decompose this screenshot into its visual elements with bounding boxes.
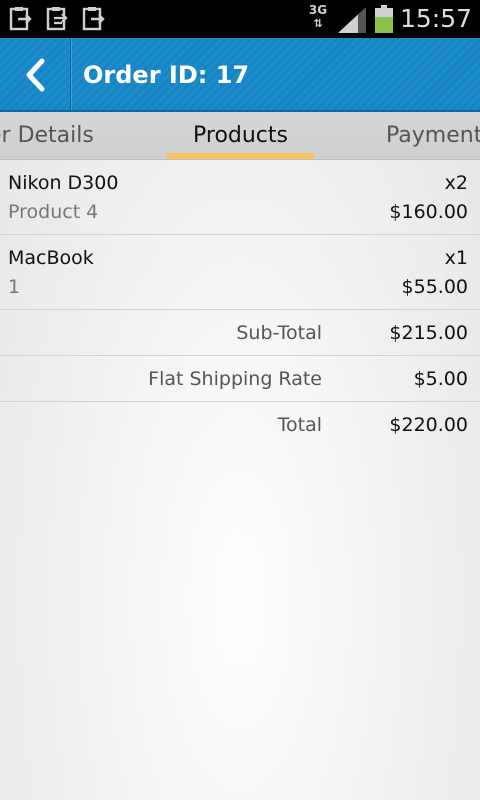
order-products-list: Nikon D300 Product 4 x2 $160.00 MacBook … xyxy=(0,160,480,448)
list-item[interactable]: Nikon D300 Product 4 x2 $160.00 xyxy=(0,160,480,235)
total-label: Total xyxy=(277,414,322,436)
product-model: 1 xyxy=(8,276,21,298)
subtotal-row: Sub-Total $215.00 xyxy=(0,310,480,356)
back-button[interactable] xyxy=(0,38,70,110)
tab-order-details[interactable]: er Details xyxy=(0,112,94,159)
shipping-row: Flat Shipping Rate $5.00 xyxy=(0,356,480,402)
product-price: $160.00 xyxy=(389,201,468,223)
battery-icon xyxy=(375,5,393,33)
list-item[interactable]: MacBook 1 x1 $55.00 xyxy=(0,235,480,310)
action-bar: Order ID: 17 xyxy=(0,38,480,112)
shipping-value: $5.00 xyxy=(413,368,468,390)
tab-payment[interactable]: Payment xyxy=(386,112,480,159)
subtotal-label: Sub-Total xyxy=(236,322,322,344)
status-time: 15:57 xyxy=(400,4,473,33)
total-value: $220.00 xyxy=(389,414,468,436)
product-price: $55.00 xyxy=(401,276,468,298)
action-bar-divider xyxy=(70,38,72,110)
product-model: Product 4 xyxy=(8,201,99,223)
subtotal-value: $215.00 xyxy=(389,322,468,344)
product-quantity: x2 xyxy=(444,172,468,194)
signal-strength-icon xyxy=(338,7,368,33)
product-quantity: x1 xyxy=(444,247,468,269)
clipboard-sync-icon xyxy=(46,6,70,32)
clipboard-export-icon xyxy=(9,6,33,32)
shipping-label: Flat Shipping Rate xyxy=(148,368,322,390)
page-title: Order ID: 17 xyxy=(83,61,250,89)
network-type-indicator: 3G ⇅ xyxy=(308,3,328,31)
status-bar: 3G ⇅ 15:57 xyxy=(0,0,480,38)
product-name: Nikon D300 xyxy=(8,172,119,194)
chevron-left-icon xyxy=(26,58,45,92)
total-row: Total $220.00 xyxy=(0,402,480,448)
clipboard-export-icon xyxy=(82,6,106,32)
tab-selected-indicator xyxy=(167,153,314,159)
product-name: MacBook xyxy=(8,247,94,269)
